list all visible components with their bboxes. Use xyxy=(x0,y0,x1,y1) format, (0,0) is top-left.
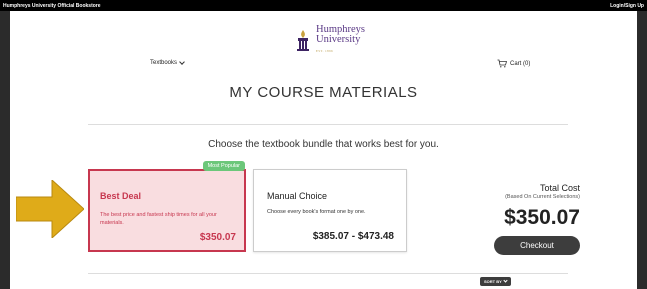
manual-choice-title: Manual Choice xyxy=(267,191,328,201)
best-deal-card[interactable]: Most Popular Best Deal The best price an… xyxy=(88,161,246,252)
best-deal-description: The best price and fastest ship times fo… xyxy=(100,212,217,226)
textbooks-menu[interactable]: Textbooks xyxy=(150,58,185,66)
university-logo[interactable]: Humphreys University EST. 1896 xyxy=(296,24,365,56)
yellow-arrow-icon xyxy=(16,180,84,238)
textbooks-label: Textbooks xyxy=(150,60,178,66)
sort-by-label: SORT BY xyxy=(484,279,502,284)
manual-choice-card[interactable]: Manual Choice Choose every book's format… xyxy=(253,169,407,252)
cart-label: Cart (0) xyxy=(510,60,531,67)
chevron-down-icon xyxy=(503,278,508,283)
university-torch-logo-icon xyxy=(297,29,309,51)
bundle-prompt: Choose the textbook bundle that works be… xyxy=(208,139,439,150)
checkout-button[interactable]: Checkout xyxy=(494,236,580,255)
total-cost-label: Total Cost xyxy=(539,183,580,193)
best-deal-price: $350.07 xyxy=(199,232,236,243)
divider xyxy=(88,124,568,125)
chevron-down-icon xyxy=(179,58,185,65)
sort-by-button[interactable]: SORT BY xyxy=(480,277,511,286)
total-cost-sublabel: (Based On Current Selections) xyxy=(505,194,580,200)
divider xyxy=(88,273,568,274)
cart-icon xyxy=(497,59,507,68)
login-link[interactable]: Login/Sign Up xyxy=(610,3,644,9)
best-deal-title: Best Deal xyxy=(100,191,142,201)
brand-name-line2: University xyxy=(316,34,361,45)
cart-link[interactable]: Cart (0) xyxy=(497,59,530,68)
most-popular-badge: Most Popular xyxy=(202,161,245,171)
top-bar: Humphreys University Official Bookstore … xyxy=(0,0,647,11)
total-cost-amount: $350.07 xyxy=(504,206,580,229)
page-content: Humphreys University EST. 1896 Textbooks… xyxy=(10,11,637,289)
manual-choice-price: $385.07 - $473.48 xyxy=(312,231,394,242)
manual-choice-description: Choose every book's format one by one. xyxy=(267,209,366,215)
page-title: MY COURSE MATERIALS xyxy=(229,84,418,101)
brand-tagline: EST. 1896 xyxy=(316,49,334,53)
total-cost-summary: Total Cost (Based On Current Selections)… xyxy=(504,183,580,230)
site-name: Humphreys University Official Bookstore xyxy=(3,3,101,9)
